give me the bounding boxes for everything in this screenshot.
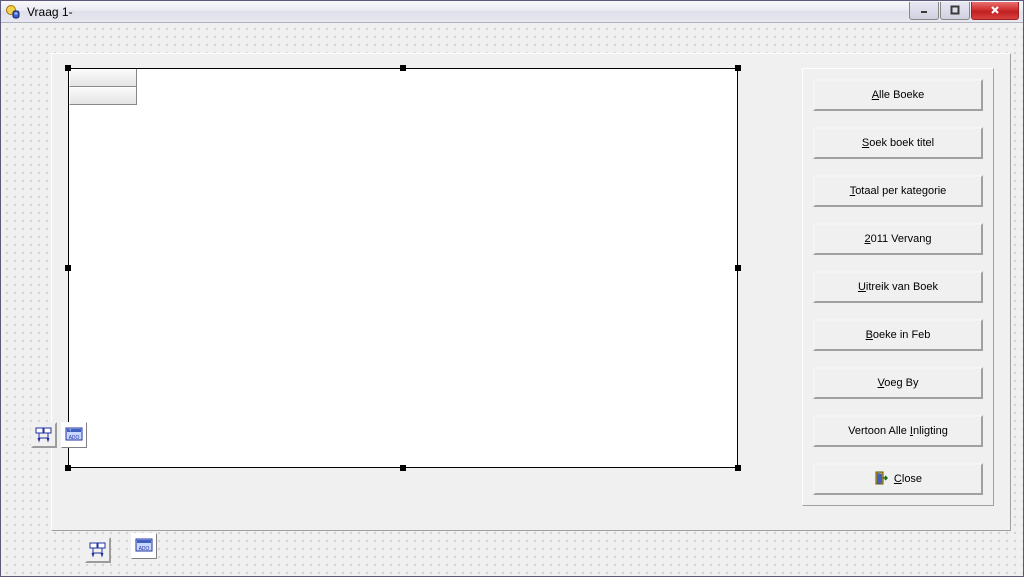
totaal-per-kategorie-button[interactable]: Totaal per kategorie [813, 175, 983, 207]
alle-boeke-button[interactable]: Alle Boeke [813, 79, 983, 111]
adoquery-component-icon-2[interactable]: ADO [131, 533, 157, 559]
grid-header-cell [69, 69, 136, 87]
voeg-by-button[interactable]: Voeg By [813, 367, 983, 399]
app-icon [5, 4, 21, 20]
boeke-in-feb-button[interactable]: Boeke in Feb [813, 319, 983, 351]
button-label: 2011 Vervang [864, 233, 931, 245]
window-controls [909, 2, 1023, 20]
size-handle-nw[interactable] [65, 65, 71, 71]
main-panel: Alle Boeke Soek boek titel Totaal per ka… [51, 53, 1011, 531]
adoquery-component-icon[interactable]: ADO ? [61, 422, 87, 448]
minimize-button[interactable] [909, 2, 939, 20]
size-handle-sw[interactable] [65, 465, 71, 471]
size-handle-se[interactable] [735, 465, 741, 471]
door-exit-icon [874, 471, 888, 488]
vertoon-alle-inligting-button[interactable]: Vertoon Alle Inligting [813, 415, 983, 447]
soek-boek-titel-button[interactable]: Soek boek titel [813, 127, 983, 159]
window-title: Vraag 1- [25, 5, 909, 19]
close-window-button[interactable] [971, 2, 1019, 20]
size-handle-s[interactable] [400, 465, 406, 471]
form-designer-surface[interactable]: Alle Boeke Soek boek titel Totaal per ka… [1, 23, 1023, 576]
size-handle-ne[interactable] [735, 65, 741, 71]
button-label: Alle Boeke [872, 89, 925, 101]
size-handle-n[interactable] [400, 65, 406, 71]
button-label: Soek boek titel [862, 137, 934, 149]
titlebar[interactable]: Vraag 1- [1, 1, 1023, 23]
svg-text:ADO: ADO [69, 435, 80, 441]
app-window: Vraag 1- [0, 0, 1024, 577]
button-label: Vertoon Alle Inligting [848, 425, 948, 437]
button-label: Voeg By [878, 377, 919, 389]
uitreik-van-boek-button[interactable]: Uitreik van Boek [813, 271, 983, 303]
button-label: Uitreik van Boek [858, 281, 938, 293]
close-button[interactable]: Close [813, 463, 983, 495]
2011-vervang-button[interactable]: 2011 Vervang [813, 223, 983, 255]
size-handle-e[interactable] [735, 265, 741, 271]
datasource-component-icon[interactable] [31, 422, 57, 448]
grid-row-cell [69, 87, 136, 105]
grid-fixed-col [69, 69, 137, 105]
maximize-button[interactable] [940, 2, 970, 20]
button-panel: Alle Boeke Soek boek titel Totaal per ka… [802, 68, 994, 506]
db-grid[interactable] [68, 68, 738, 468]
datasource-component-icon-2[interactable] [85, 537, 111, 563]
button-label: Totaal per kategorie [850, 185, 947, 197]
button-label: Boeke in Feb [866, 329, 931, 341]
size-handle-w[interactable] [65, 265, 71, 271]
svg-text:ADO: ADO [139, 546, 150, 552]
button-label: Close [894, 473, 922, 485]
